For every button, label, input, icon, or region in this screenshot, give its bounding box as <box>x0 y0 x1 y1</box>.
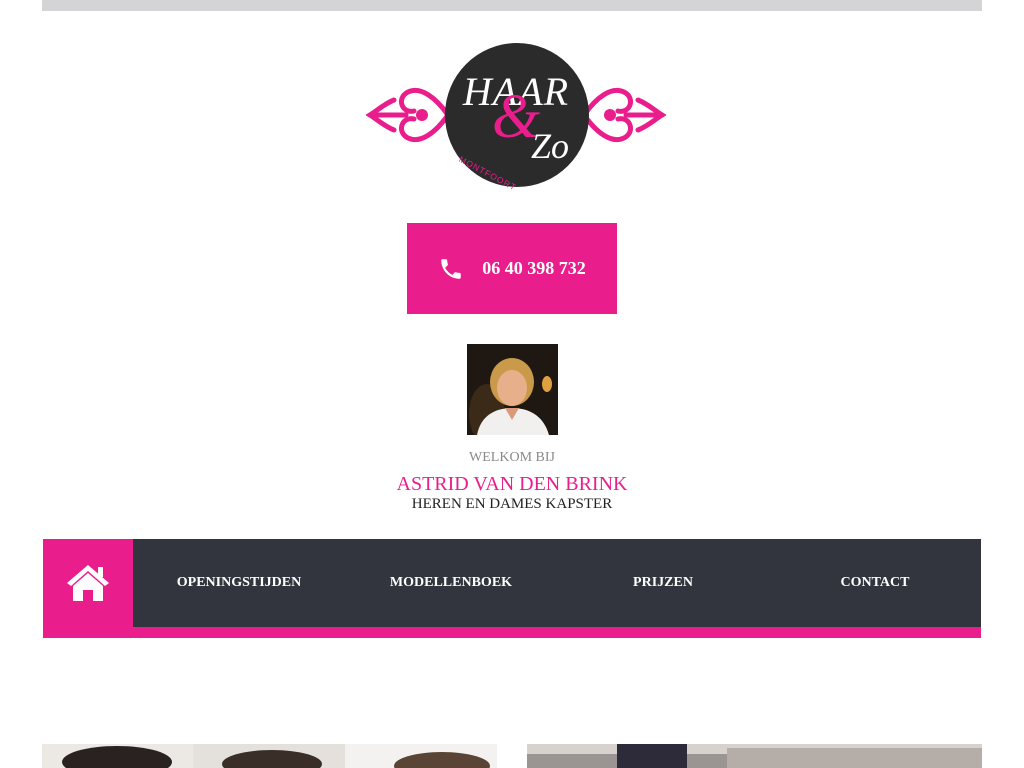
welcome-label: WELKOM BIJ <box>469 450 555 465</box>
nav-item-contact[interactable]: CONTACT <box>769 539 981 627</box>
nav-item-openingstijden[interactable]: OPENINGSTIJDEN <box>133 539 345 627</box>
nav-menu: OPENINGSTIJDEN MODELLENBOEK PRIJZEN CONT… <box>133 539 981 627</box>
profile-photo <box>467 344 558 435</box>
phone-button[interactable]: 06 40 398 732 <box>407 223 617 314</box>
logo-text-zo: Zo <box>530 126 570 166</box>
owner-name: ASTRID VAN DEN BRINK <box>396 473 628 495</box>
nav-item-modellenboek[interactable]: MODELLENBOEK <box>345 539 557 627</box>
nav-home[interactable] <box>43 539 133 627</box>
gallery-image-right[interactable] <box>527 744 982 768</box>
phone-icon <box>441 258 461 279</box>
owner-subtitle: HEREN EN DAMES KAPSTER <box>411 496 613 512</box>
phone-number: 06 40 398 732 <box>482 258 586 278</box>
gallery-image-left[interactable] <box>42 744 497 768</box>
main-nav: OPENINGSTIJDEN MODELLENBOEK PRIJZEN CONT… <box>43 539 981 638</box>
nav-item-prijzen[interactable]: PRIJZEN <box>557 539 769 627</box>
site-logo[interactable]: HAAR & Zo MONTFOORT <box>366 42 666 193</box>
home-icon <box>67 565 109 601</box>
top-bar <box>42 0 982 11</box>
